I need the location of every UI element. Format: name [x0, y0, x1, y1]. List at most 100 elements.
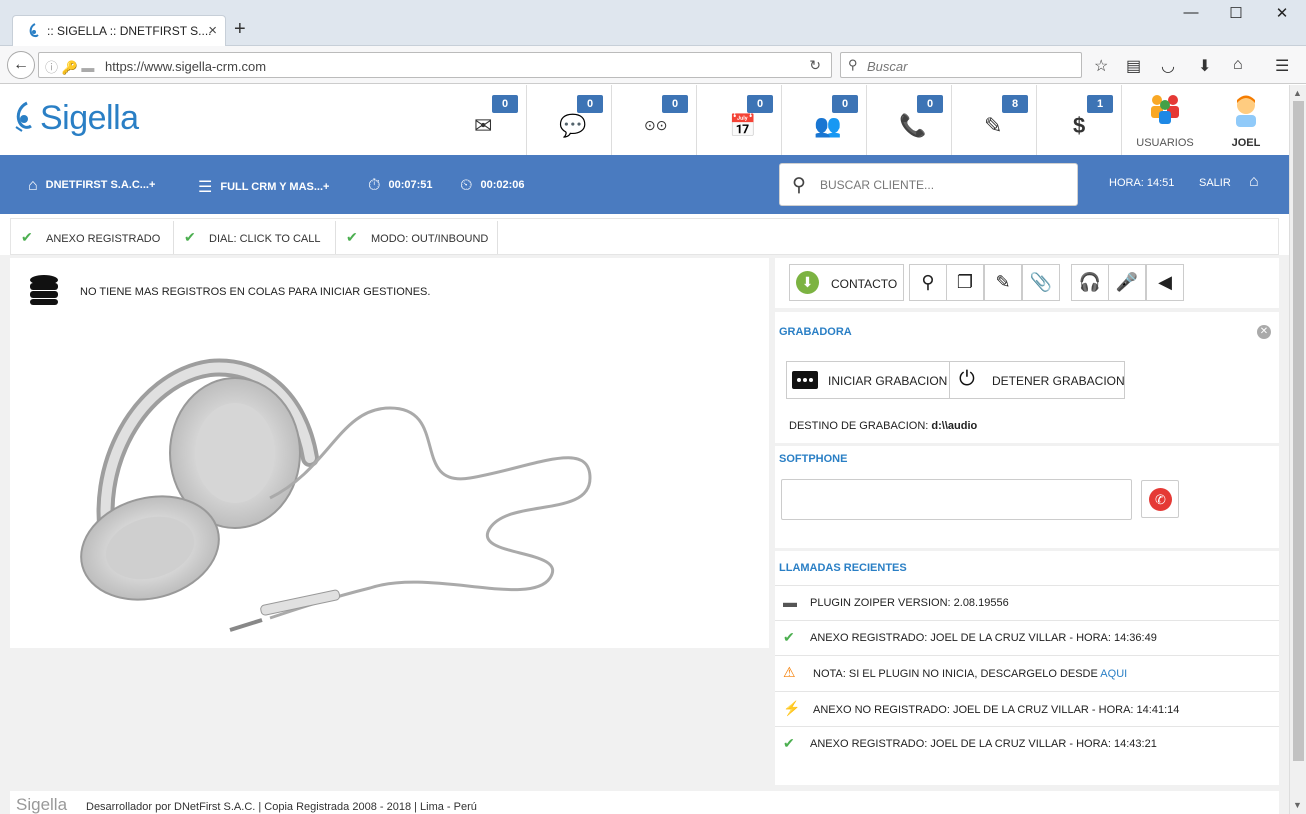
company-label: DNETFIRST S.A.C...+	[45, 179, 156, 191]
notification-email[interactable]: ✉ 0	[442, 85, 527, 155]
softphone-title: SOFTPHONE	[779, 453, 848, 465]
call-button[interactable]: ✆	[1141, 480, 1179, 518]
tab-close-icon[interactable]: ×	[208, 22, 217, 39]
status-label: MODO: OUT/INBOUND	[371, 233, 489, 245]
start-recording-button[interactable]: INICIAR GRABACION	[786, 361, 950, 399]
session-timer: ⏱ 00:07:51	[368, 177, 433, 195]
scroll-down-icon[interactable]: ▼	[1293, 800, 1302, 810]
list-item: ⚠ NOTA: SI EL PLUGIN NO INICIA, DESCARGE…	[775, 655, 1279, 691]
edit-icon: ✎	[984, 113, 1003, 138]
recent-text: ANEXO REGISTRADO: JOEL DE LA CRUZ VILLAR…	[810, 632, 1157, 644]
menu-icon[interactable]: ☰	[1275, 56, 1289, 76]
footer: Sigella Desarrollador por DNetFirst S.A.…	[10, 791, 1279, 814]
footer-logo: Sigella	[16, 795, 68, 814]
phone-icon: 📞	[899, 113, 927, 138]
plugin-icon: ▬	[783, 594, 797, 610]
recent-calls-title: LLAMADAS RECIENTES	[779, 562, 907, 574]
company-selector[interactable]: ⌂ DNETFIRST S.A.C...+	[28, 177, 155, 195]
browser-search-input[interactable]: ⚲ Buscar	[840, 52, 1082, 78]
paperclip-icon: 📎	[1029, 272, 1053, 292]
scroll-up-icon[interactable]: ▲	[1293, 88, 1302, 98]
check-icon: ✔	[184, 229, 196, 245]
destination-value: d:\\audio	[931, 420, 978, 432]
logo-text: Sigella	[40, 99, 139, 137]
status-item: ✔ MODO: OUT/INBOUND	[336, 221, 498, 254]
search-button[interactable]: ⚲	[909, 264, 947, 301]
url-text: https://www.sigella-crm.com	[105, 59, 267, 74]
contact-label: CONTACTO	[831, 277, 898, 291]
back-circle-icon: ◀	[1158, 272, 1172, 292]
building-icon: ⌂	[28, 177, 38, 194]
copy-button[interactable]: ❐	[946, 264, 984, 301]
minimize-icon[interactable]: —	[1168, 4, 1214, 21]
contact-button[interactable]: ⬇ CONTACTO	[789, 264, 904, 301]
reading-list-icon[interactable]: ▤	[1126, 56, 1141, 76]
browser-tab-bar: :: SIGELLA :: DNETFIRST S.... × + — ☐ ✕	[0, 0, 1306, 46]
sms-icon: 💬	[559, 113, 587, 138]
url-bar[interactable]: ⓘ 🔑 ▬ https://www.sigella-crm.com ↻	[38, 52, 832, 78]
softphone-section: SOFTPHONE ✆	[775, 446, 1279, 548]
exit-home-icon[interactable]: ⌂	[1249, 173, 1259, 191]
search-icon: ⚲	[848, 57, 858, 72]
bookmark-star-icon[interactable]: ☆	[1094, 56, 1108, 76]
home-icon[interactable]: ⌂	[1233, 56, 1243, 74]
download-link[interactable]: AQUI	[1100, 668, 1127, 680]
list-item: ✔ ANEXO REGISTRADO: JOEL DE LA CRUZ VILL…	[775, 620, 1279, 653]
back-button[interactable]: ←	[7, 51, 35, 79]
user-name: JOEL	[1231, 137, 1261, 149]
pocket-icon[interactable]: ◡	[1161, 56, 1175, 76]
notification-calls[interactable]: 📞 0	[867, 85, 952, 155]
sigella-logo[interactable]: Sigella	[14, 99, 139, 138]
unplug-icon: ⚡	[783, 700, 801, 716]
users-group-icon	[1151, 95, 1179, 124]
call-timer: ⏲ 00:02:06	[460, 177, 525, 195]
maximize-icon[interactable]: ☐	[1213, 4, 1259, 22]
notification-voicemail[interactable]: ⊙⊙ 0	[612, 85, 697, 155]
campaign-selector[interactable]: ☰ FULL CRM Y MAS...+	[198, 177, 329, 197]
browser-tab[interactable]: :: SIGELLA :: DNETFIRST S.... ×	[12, 15, 226, 46]
check-icon: ✔	[783, 735, 795, 751]
current-time: HORA: 14:51	[1109, 177, 1175, 189]
microphone-button[interactable]: 🎤	[1108, 264, 1146, 301]
notification-calendar[interactable]: 📅 0	[697, 85, 782, 155]
power-icon: ⏻	[959, 368, 975, 390]
logout-link[interactable]: SALIR	[1199, 177, 1231, 189]
client-search-input[interactable]: ⚲ BUSCAR CLIENTE...	[779, 163, 1078, 206]
stopwatch-icon: ⏱	[368, 177, 381, 194]
vertical-scrollbar[interactable]: ▲ ▼	[1289, 85, 1306, 814]
notification-sms[interactable]: 💬 0	[527, 85, 612, 155]
back-circle-button[interactable]: ◀	[1146, 264, 1184, 301]
action-toolbar: ⬇ CONTACTO ⚲ ❐ ✎ 📎 🎧 🎤 ◀	[775, 258, 1279, 308]
database-icon	[30, 275, 58, 305]
notification-contacts[interactable]: 👥 0	[782, 85, 867, 155]
users-button[interactable]: USUARIOS	[1125, 93, 1205, 149]
scroll-thumb[interactable]	[1293, 101, 1304, 761]
reload-icon[interactable]: ↻	[809, 57, 821, 74]
recorder-section: GRABADORA ✕ INICIAR GRABACION ⏻ DETENER …	[775, 312, 1279, 443]
softphone-number-input[interactable]	[781, 479, 1132, 520]
download-icon[interactable]: ⬇	[1198, 56, 1211, 76]
logo-headset-icon	[15, 101, 32, 132]
edit-button[interactable]: ✎	[984, 264, 1022, 301]
user-profile-button[interactable]: JOEL	[1206, 93, 1286, 149]
headphones-icon: 🎧	[1078, 272, 1102, 292]
list-item: ✔ ANEXO REGISTRADO: JOEL DE LA CRUZ VILL…	[775, 726, 1279, 761]
site-info-icon[interactable]: ⓘ 🔑 ▬	[45, 57, 94, 76]
tab-title: :: SIGELLA :: DNETFIRST S....	[47, 24, 212, 38]
headset-button[interactable]: 🎧	[1071, 264, 1109, 301]
destination-label: DESTINO DE GRABACION:	[789, 420, 929, 432]
attach-button[interactable]: 📎	[1022, 264, 1060, 301]
notification-badge: 0	[577, 95, 603, 113]
notification-payments[interactable]: $ 1	[1037, 85, 1122, 155]
footer-text: Desarrollador por DNetFirst S.A.C. | Cop…	[86, 801, 477, 813]
new-tab-button[interactable]: +	[234, 18, 246, 41]
stop-recording-label: DETENER GRABACION	[992, 374, 1125, 388]
close-window-icon[interactable]: ✕	[1259, 4, 1305, 22]
stop-recording-button[interactable]: ⏻ DETENER GRABACION	[949, 361, 1125, 399]
close-icon[interactable]: ✕	[1257, 325, 1271, 339]
phone-call-icon: ✆	[1149, 488, 1172, 511]
notification-badge: 0	[492, 95, 518, 113]
edit-icon: ✎	[995, 272, 1011, 292]
notification-notes[interactable]: ✎ 8	[952, 85, 1037, 155]
notification-badge: 0	[917, 95, 943, 113]
